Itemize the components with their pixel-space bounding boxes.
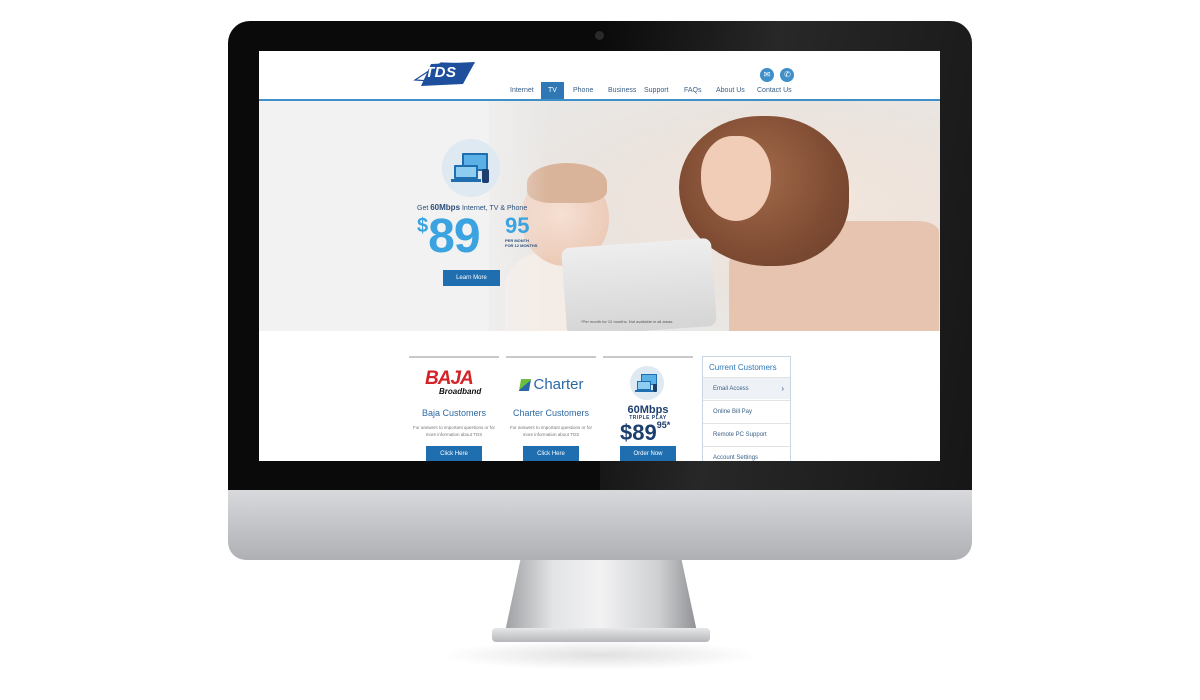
nav-contact-us[interactable]: Contact Us [750, 82, 799, 99]
logo-text: TDS [425, 64, 457, 81]
order-now-button[interactable]: Order Now [620, 446, 676, 461]
hero-banner: Get 60Mbps Internet, TV & Phone $89 95 P… [259, 101, 940, 331]
site-header: TDS ✉ ✆ Internet TV Phone Business Suppo… [259, 51, 940, 101]
nav-about-us[interactable]: About Us [709, 82, 752, 99]
hero-footnote: *Per month for 12 months. Not available … [581, 319, 674, 324]
triple-play-price-cents: 95 [656, 420, 667, 430]
cc-item-remote-pc-support[interactable]: Remote PC Support [703, 423, 790, 445]
monitor-chin [228, 490, 972, 560]
baja-click-here-button[interactable]: Click Here [426, 446, 482, 461]
triple-play-price: $8995* [620, 420, 670, 446]
promo-for-months: FOR 12 MONTHS [505, 243, 538, 248]
charter-click-here-button[interactable]: Click Here [523, 446, 579, 461]
promo-price-cents: 95 [505, 213, 530, 238]
cc-item-label: Account Settings [713, 455, 759, 461]
nav-tv[interactable]: TV [541, 82, 564, 99]
nav-internet[interactable]: Internet [503, 82, 541, 99]
cc-item-online-bill-pay[interactable]: Online Bill Pay [703, 400, 790, 422]
charter-card-description: For answers to important questions or fo… [509, 425, 593, 437]
learn-more-button[interactable]: Learn More [443, 270, 500, 286]
cc-item-account-settings[interactable]: Account Settings [703, 446, 790, 461]
cc-item-label: Email Access [713, 386, 749, 392]
current-customers-panel: Current Customers Email Access › Online … [702, 356, 791, 461]
baja-card-description: For answers to important questions or fo… [412, 425, 496, 437]
envelope-icon[interactable]: ✉ [760, 68, 774, 82]
triple-play-price-asterisk: * [666, 420, 671, 430]
cc-item-label: Online Bill Pay [713, 409, 753, 415]
charter-card: Charter Charter Customers For answers to… [506, 356, 596, 461]
header-icons: ✉ ✆ [760, 64, 796, 82]
promo-price: $89 95 PER MONTH FOR 12 MONTHS [417, 209, 537, 264]
devices-icon [630, 366, 664, 400]
nav-phone[interactable]: Phone [566, 82, 600, 99]
promo-price-dollar: $ [417, 215, 429, 237]
triple-play-card: 60Mbps TRIPLE PLAY $8995* Order Now [603, 356, 693, 461]
nav-faqs[interactable]: FAQs [677, 82, 709, 99]
cc-item-label: Remote PC Support [713, 432, 767, 438]
hero-photo-figure [701, 136, 771, 221]
baja-card: BAJA Broadband Baja Customers For answer… [409, 356, 499, 461]
phone-icon[interactable]: ✆ [780, 68, 795, 82]
chevron-right-icon: › [781, 384, 784, 393]
charter-mark-icon [519, 379, 532, 392]
charter-logo-text: Charter [533, 376, 584, 393]
charter-card-title: Charter Customers [512, 408, 590, 418]
baja-logo-subtext: Broadband [439, 387, 482, 396]
current-customers-heading: Current Customers [709, 363, 777, 372]
baja-card-title: Baja Customers [421, 408, 487, 418]
triple-play-price-whole: $89 [620, 420, 657, 445]
monitor-stand-base [492, 628, 710, 642]
monitor-stand [505, 560, 697, 632]
screen: TDS ✉ ✆ Internet TV Phone Business Suppo… [259, 51, 940, 461]
nav-support[interactable]: Support [637, 82, 676, 99]
devices-icon [442, 139, 500, 197]
cc-item-email-access[interactable]: Email Access › [703, 377, 790, 399]
promo-price-whole: 89 [428, 210, 480, 263]
hero-photo-tablet [561, 237, 717, 331]
promo-price-terms: PER MONTH FOR 12 MONTHS [505, 238, 537, 248]
baja-logo: BAJA Broadband [425, 368, 485, 398]
charter-logo: Charter [514, 376, 590, 393]
camera-icon [595, 31, 604, 40]
stand-shadow [440, 640, 760, 670]
